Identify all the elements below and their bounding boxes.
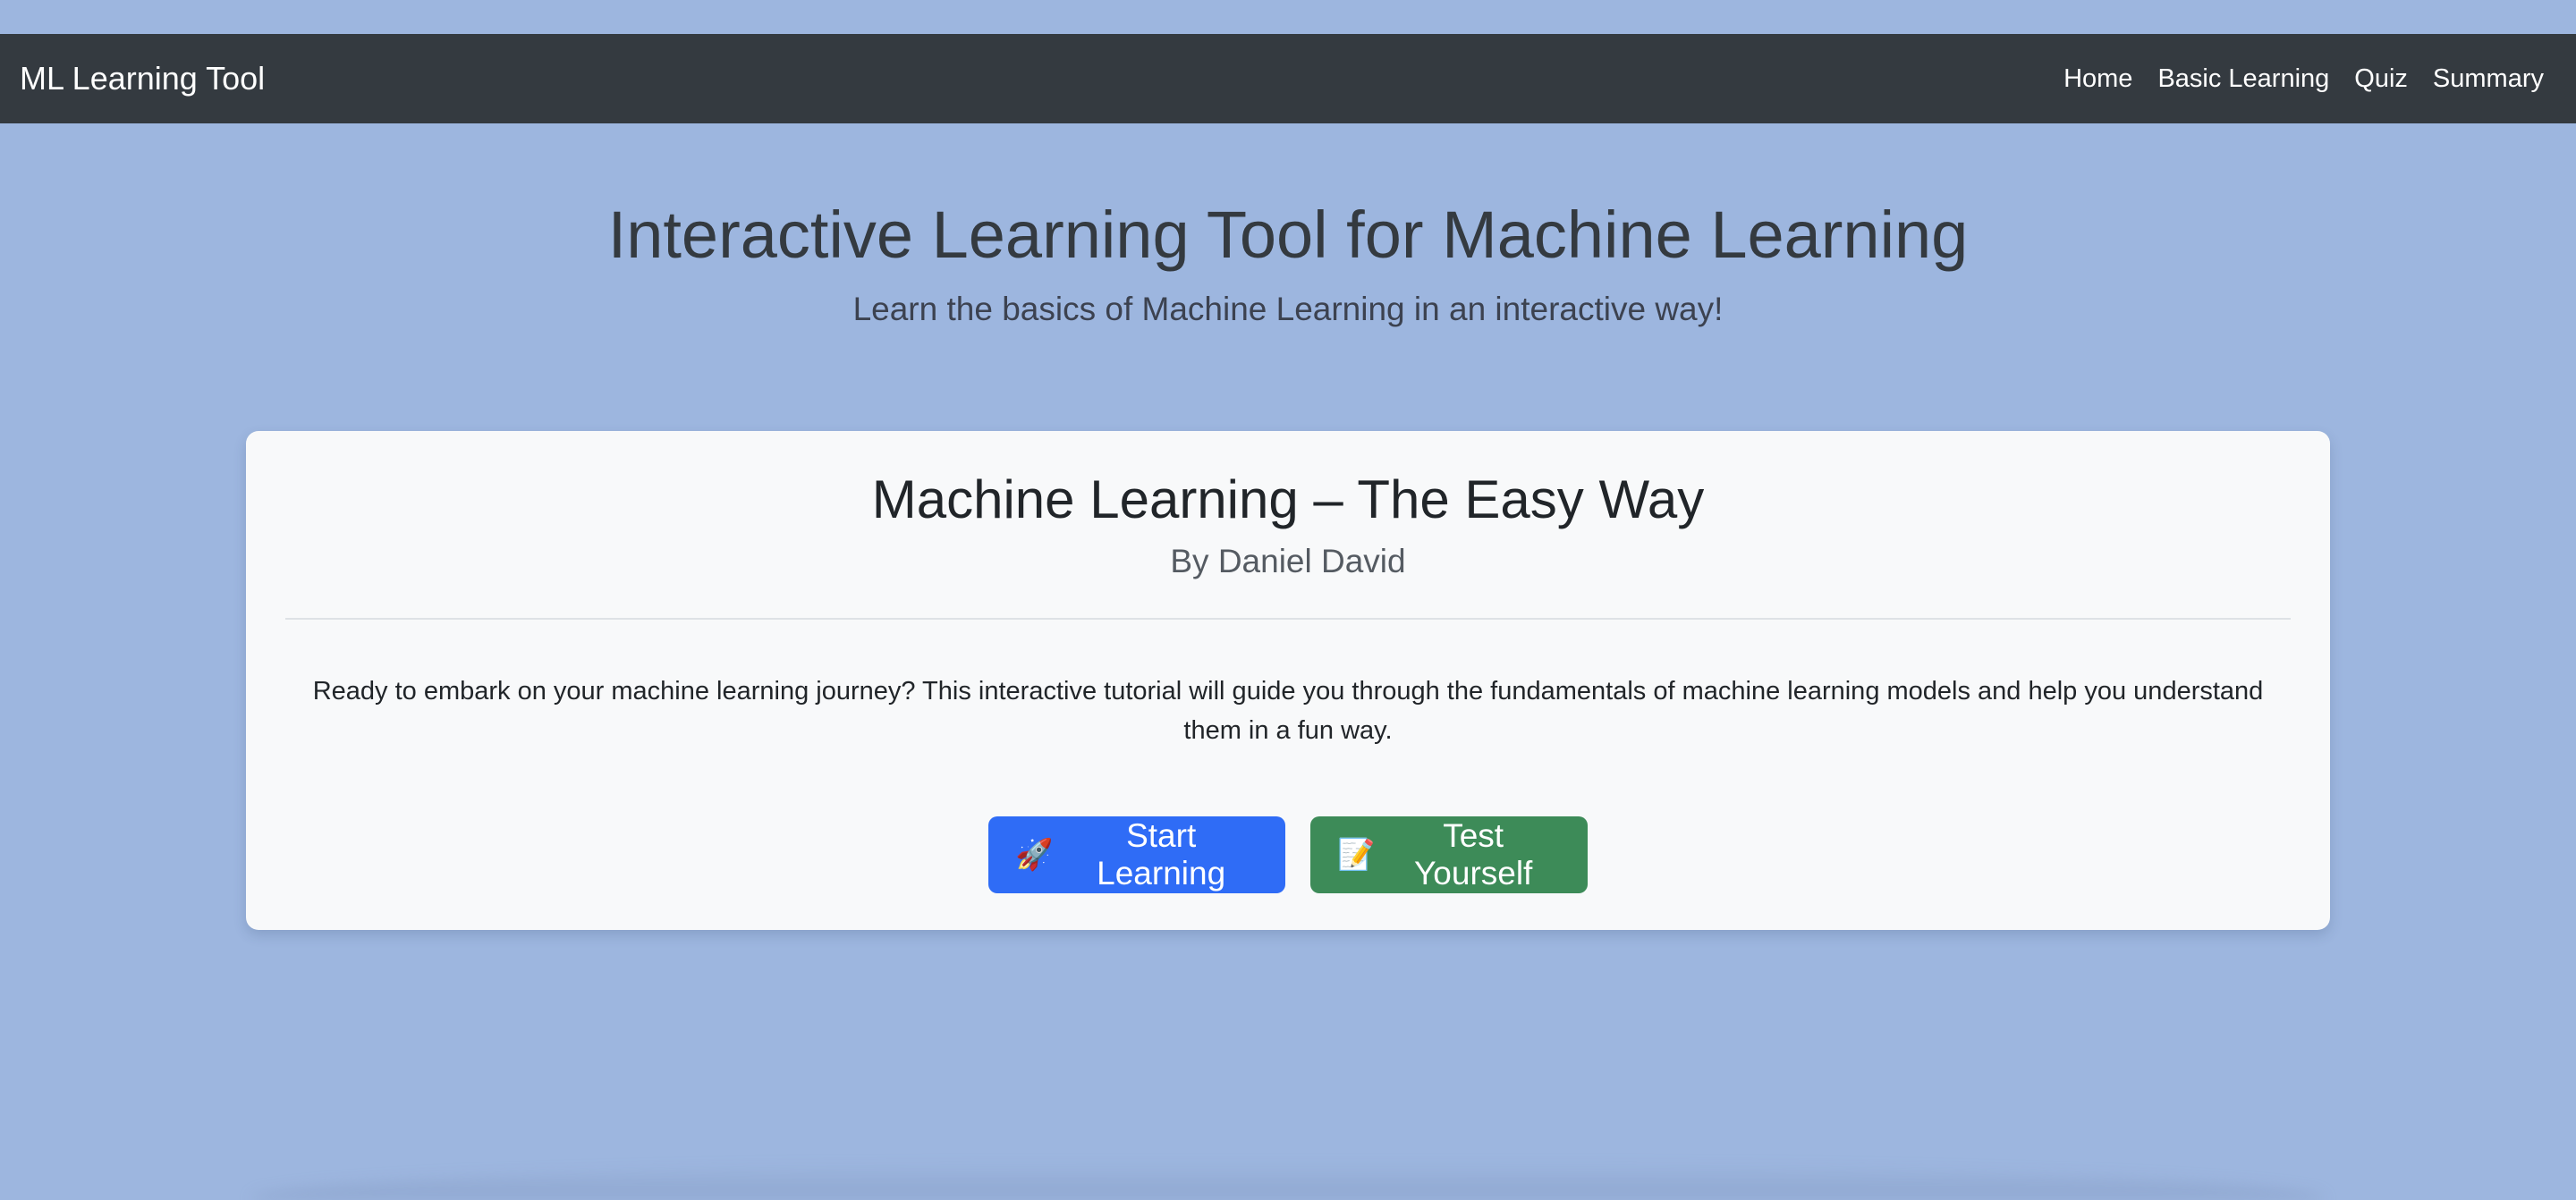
- hero: Interactive Learning Tool for Machine Le…: [0, 123, 2576, 328]
- card-description: Ready to embark on your machine learning…: [312, 677, 2264, 745]
- nav-link-basic-learning[interactable]: Basic Learning: [2145, 64, 2342, 94]
- card-title: Machine Learning – The Easy Way: [871, 469, 1705, 529]
- rocket-icon: 🚀: [1015, 838, 1054, 872]
- intro-card: Machine Learning – The Easy Way By Danie…: [246, 431, 2330, 930]
- memo-icon: 📝: [1337, 838, 1376, 872]
- top-strip: [0, 0, 2576, 34]
- card-author: By Daniel David: [1170, 543, 1406, 579]
- navbar: ML Learning Tool Home Basic Learning Qui…: [0, 34, 2576, 123]
- button-row: 🚀 Start Learning 📝 Test Yourself: [285, 816, 2291, 893]
- nav-link-home[interactable]: Home: [2051, 64, 2145, 94]
- test-yourself-button[interactable]: 📝 Test Yourself: [1310, 816, 1588, 893]
- nav-links: Home Basic Learning Quiz Summary: [2051, 64, 2544, 94]
- start-learning-button[interactable]: 🚀 Start Learning: [988, 816, 1285, 893]
- nav-link-quiz[interactable]: Quiz: [2342, 64, 2420, 94]
- bottom-shadow: [250, 1162, 2326, 1200]
- navbar-brand[interactable]: ML Learning Tool: [20, 60, 265, 97]
- page-title: Interactive Learning Tool for Machine Le…: [607, 198, 1969, 272]
- nav-link-summary[interactable]: Summary: [2420, 64, 2544, 94]
- test-yourself-label: Test Yourself: [1414, 817, 1533, 892]
- start-learning-label: Start Learning: [1097, 817, 1226, 892]
- page-subtitle: Learn the basics of Machine Learning in …: [852, 291, 1724, 328]
